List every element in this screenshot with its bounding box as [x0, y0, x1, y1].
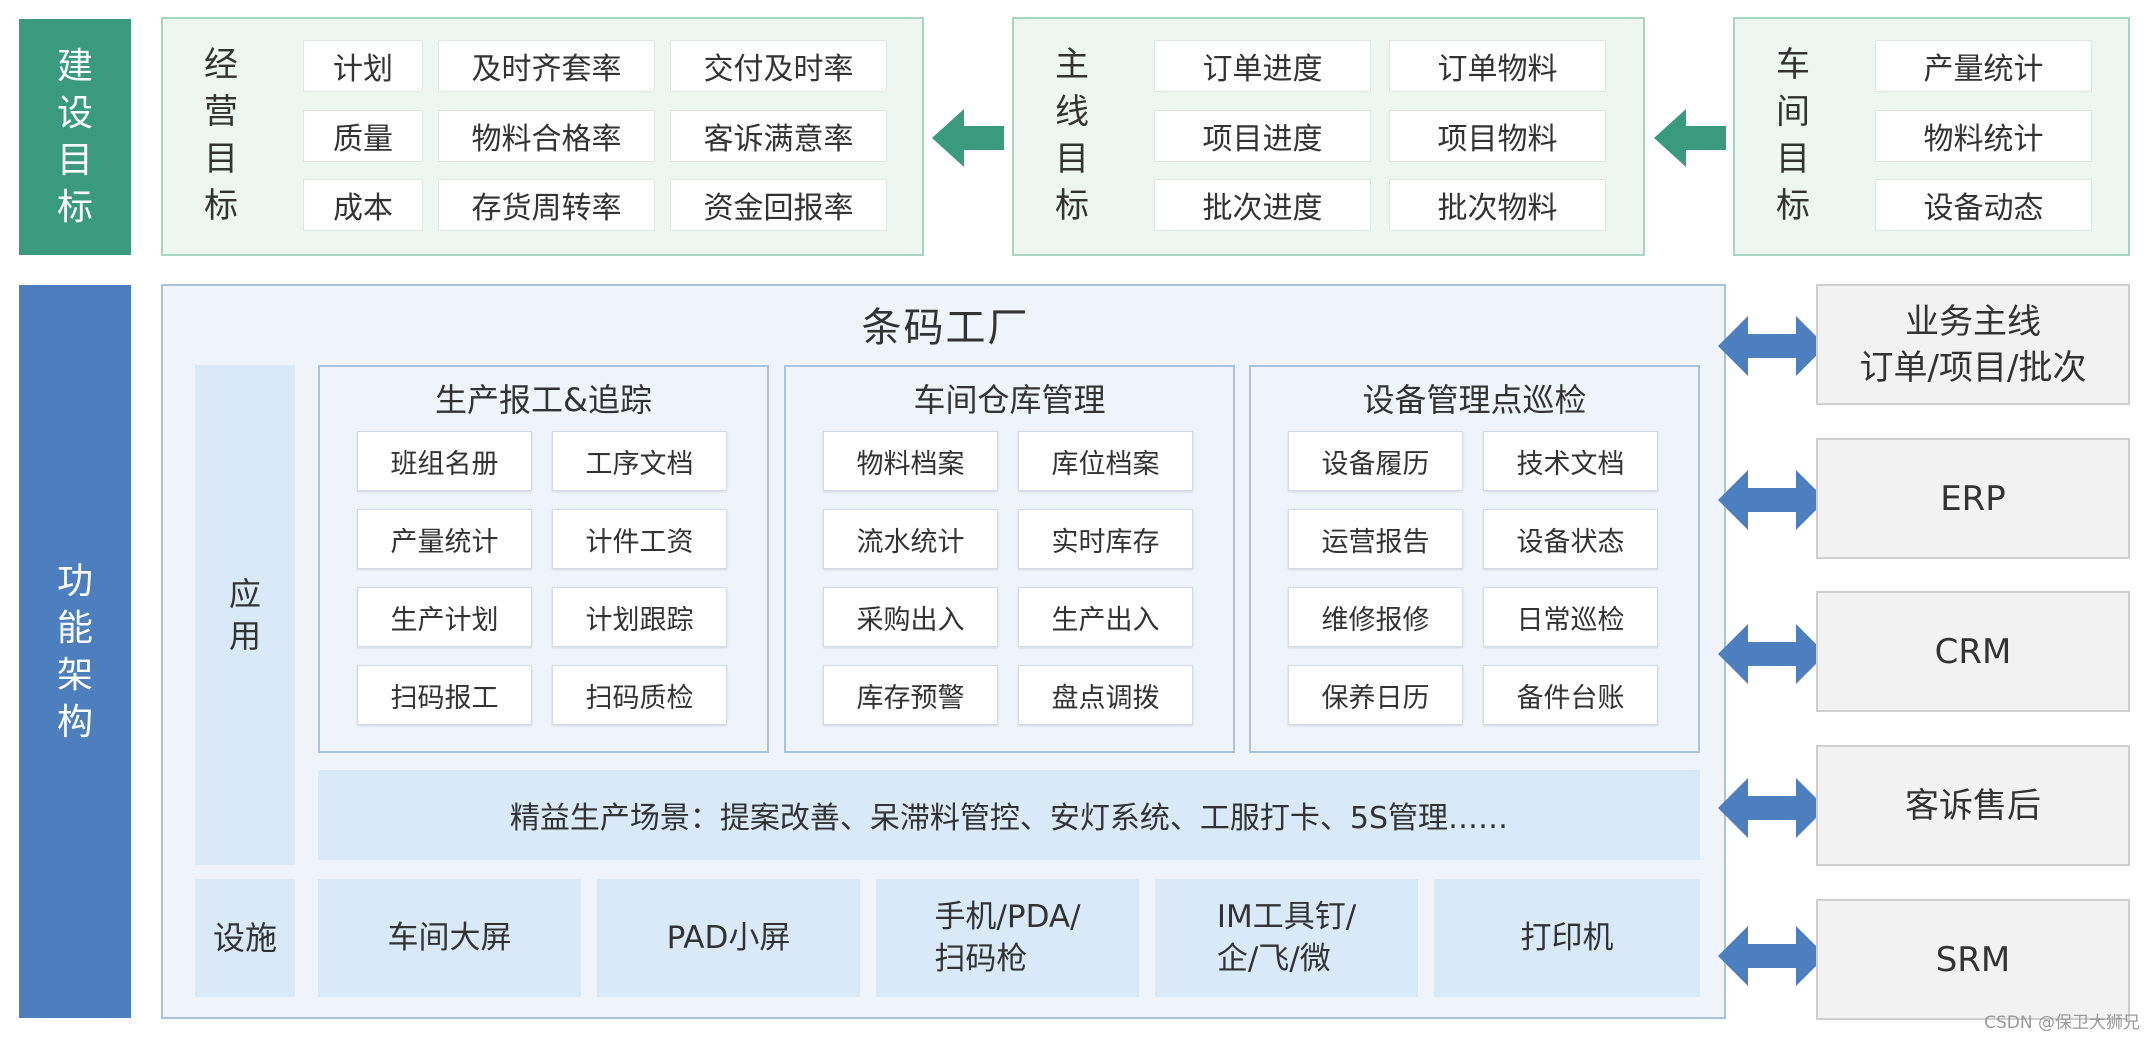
app-item: 日常巡检: [1483, 587, 1658, 647]
app-item: 技术文档: [1483, 431, 1658, 491]
facility-item: 车间大屏: [318, 879, 581, 997]
app-item: 生产计划: [357, 587, 532, 647]
app-item: 库位档案: [1018, 431, 1193, 491]
goal-cell: 订单物料: [1389, 40, 1606, 92]
goal-cell: 订单进度: [1154, 40, 1371, 92]
app-item: 生产出入: [1018, 587, 1193, 647]
mainline-goals-label: 主线目标: [1055, 45, 1089, 226]
group-title: 车间仓库管理: [913, 381, 1106, 419]
system-line: SRM: [1935, 939, 2011, 980]
facility-line: 企/飞/微: [1216, 941, 1331, 977]
app-label: 应用: [195, 365, 295, 865]
business-goals-panel: 经营目标 计划 及时齐套率 交付及时率 质量 物料合格率 客诉满意率 成本 存货…: [161, 17, 924, 256]
system-erp: ERP: [1816, 438, 2130, 559]
goals-side-label: 建设目标: [19, 19, 131, 255]
facility-item: 手机/PDA/ 扫码枪: [876, 879, 1139, 997]
group-title: 设备管理点巡检: [1362, 381, 1587, 419]
facility-item: 打印机: [1434, 879, 1700, 997]
app-item: 物料档案: [823, 431, 998, 491]
goal-cell: 产量统计: [1875, 40, 2092, 92]
double-arrow-icon: [1718, 624, 1826, 684]
goal-cell: 项目物料: [1389, 110, 1606, 162]
app-item: 计划跟踪: [552, 587, 727, 647]
double-arrow-icon: [1718, 778, 1826, 838]
app-item: 采购出入: [823, 587, 998, 647]
app-group-warehouse: 车间仓库管理 物料档案 库位档案 流水统计 实时库存 采购出入 生产出入 库存预…: [784, 365, 1235, 753]
goal-cell: 物料统计: [1875, 110, 2092, 162]
facility-line: 扫码枪: [934, 941, 1028, 977]
app-item: 运营报告: [1288, 509, 1463, 569]
app-group-equipment: 设备管理点巡检 设备履历 技术文档 运营报告 设备状态 维修报修 日常巡检 保养…: [1249, 365, 1700, 753]
app-item: 产量统计: [357, 509, 532, 569]
group-title: 生产报工&追踪: [435, 381, 652, 419]
app-item: 设备状态: [1483, 509, 1658, 569]
app-item: 盘点调拨: [1018, 665, 1193, 725]
goal-cell: 质量: [303, 110, 423, 162]
app-item: 扫码质检: [552, 665, 727, 725]
app-item: 工序文档: [552, 431, 727, 491]
goal-cell: 资金回报率: [670, 179, 887, 231]
goal-cell: 物料合格率: [438, 110, 655, 162]
system-srm: SRM: [1816, 899, 2130, 1020]
system-business-mainline: 业务主线 订单/项目/批次: [1816, 284, 2130, 405]
goal-cell: 交付及时率: [670, 40, 887, 92]
facility-item: PAD小屏: [597, 879, 860, 997]
double-arrow-icon: [1718, 316, 1826, 376]
lean-production-bar: 精益生产场景：提案改善、呆滞料管控、安灯系统、工服打卡、5S管理……: [318, 770, 1700, 860]
goal-cell: 计划: [303, 40, 423, 92]
facility-item: IM工具钉/ 企/飞/微: [1155, 879, 1418, 997]
arrow-left-icon: [1654, 109, 1726, 167]
business-goals-label: 经营目标: [204, 45, 238, 226]
app-item: 扫码报工: [357, 665, 532, 725]
facility-line: 打印机: [1520, 920, 1614, 956]
goal-cell: 项目进度: [1154, 110, 1371, 162]
goal-cell: 客诉满意率: [670, 110, 887, 162]
goal-cell: 批次进度: [1154, 179, 1371, 231]
app-item: 设备履历: [1288, 431, 1463, 491]
system-line: 业务主线: [1904, 301, 2041, 342]
app-item: 班组名册: [357, 431, 532, 491]
arrow-left-icon: [932, 109, 1004, 167]
architecture-side-label: 功能架构: [19, 285, 131, 1018]
app-group-production: 生产报工&追踪 班组名册 工序文档 产量统计 计件工资 生产计划 计划跟踪 扫码…: [318, 365, 769, 753]
barcode-factory-panel: 条码工厂 应用 生产报工&追踪 班组名册 工序文档 产量统计 计件工资 生产计划…: [161, 284, 1726, 1019]
app-item: 流水统计: [823, 509, 998, 569]
goal-cell: 及时齐套率: [438, 40, 655, 92]
app-item: 维修报修: [1288, 587, 1463, 647]
facility-line: 车间大屏: [387, 920, 512, 956]
system-line: CRM: [1934, 631, 2012, 672]
facility-line: PAD小屏: [666, 920, 791, 956]
double-arrow-icon: [1718, 926, 1826, 986]
goal-cell: 设备动态: [1875, 179, 2092, 231]
app-item: 库存预警: [823, 665, 998, 725]
app-label-text: 应用: [228, 575, 261, 655]
goal-cell: 成本: [303, 179, 423, 231]
architecture-side-label-text: 功能架构: [56, 560, 93, 743]
mainline-goals-panel: 主线目标 订单进度 订单物料 项目进度 项目物料 批次进度 批次物料: [1012, 17, 1645, 256]
workshop-goals-label: 车间目标: [1776, 45, 1810, 226]
goals-side-label-text: 建设目标: [56, 46, 93, 228]
system-line: 客诉售后: [1905, 785, 2041, 826]
app-item: 保养日历: [1288, 665, 1463, 725]
goal-cell: 批次物料: [1389, 179, 1606, 231]
workshop-goals-panel: 车间目标 产量统计 物料统计 设备动态: [1733, 17, 2130, 256]
facility-line: IM工具钉/: [1216, 899, 1357, 935]
system-line: ERP: [1940, 478, 2006, 519]
app-item: 计件工资: [552, 509, 727, 569]
system-line: 订单/项目/批次: [1859, 347, 2087, 388]
watermark: CSDN @保卫大狮兄: [1984, 1013, 2140, 1033]
facility-label: 设施: [195, 879, 295, 997]
double-arrow-icon: [1718, 470, 1826, 530]
system-crm: CRM: [1816, 591, 2130, 712]
system-complaint-service: 客诉售后: [1816, 745, 2130, 866]
app-item: 备件台账: [1483, 665, 1658, 725]
facility-line: 手机/PDA/: [934, 899, 1081, 935]
app-item: 实时库存: [1018, 509, 1193, 569]
goal-cell: 存货周转率: [438, 179, 655, 231]
factory-title: 条码工厂: [861, 305, 1030, 351]
